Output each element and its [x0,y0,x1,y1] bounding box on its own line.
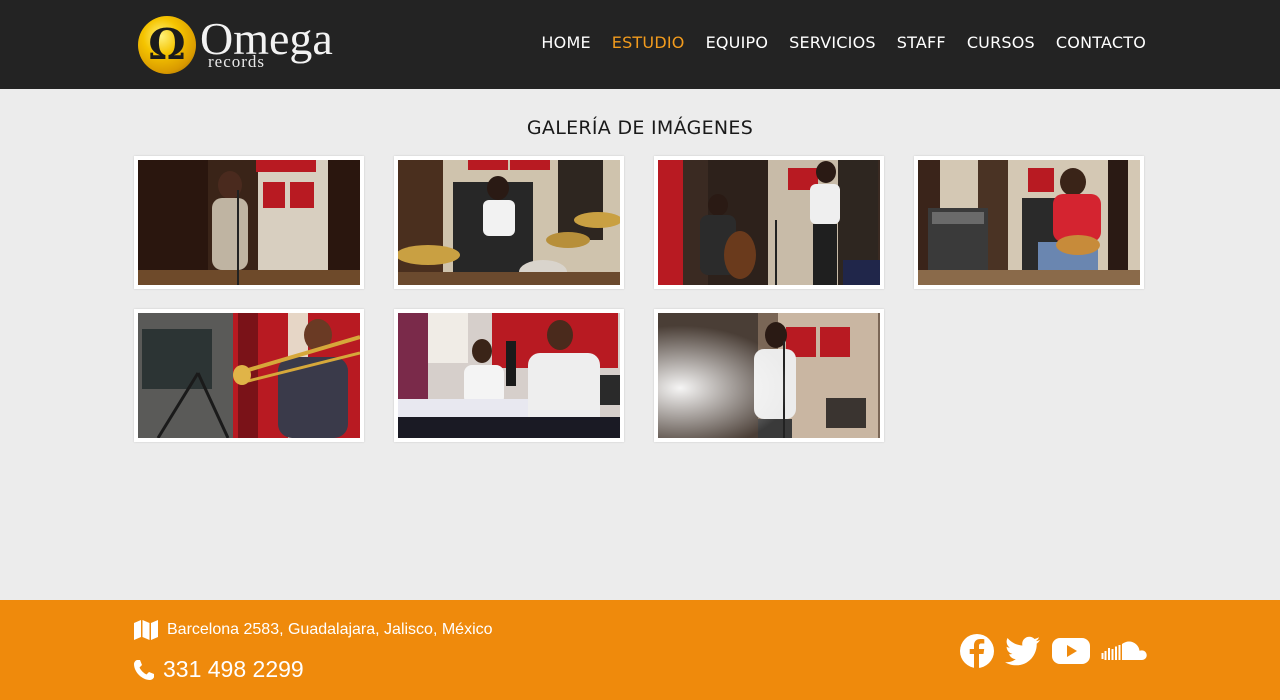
gallery-thumb-vocalist[interactable] [654,309,884,442]
nav-equipo[interactable]: EQUIPO [706,33,769,52]
omega-symbol: Ω [148,20,186,69]
gallery-thumb-piano[interactable] [394,309,624,442]
youtube-icon[interactable] [1051,636,1091,670]
omega-records-logo[interactable]: Ω Omega records [138,13,343,74]
nav-servicios[interactable]: SERVICIOS [789,33,876,52]
gallery-photo-piano [398,313,620,438]
gallery-title: GALERÍA DE IMÁGENES [526,117,754,139]
map-icon [134,620,158,640]
gallery-photo-guitarist [918,160,1140,285]
gallery-thumb-trombone[interactable] [134,309,364,442]
footer-address: Barcelona 2583, Guadalajara, Jalisco, Mé… [133,619,493,641]
footer-phone[interactable]: 331 498 2299 [133,656,304,683]
gallery-thumb-singer[interactable] [134,156,364,289]
gallery-thumb-drummer[interactable] [394,156,624,289]
site-footer: Barcelona 2583, Guadalajara, Jalisco, Mé… [0,600,1280,700]
nav-home[interactable]: HOME [541,33,590,52]
gallery-photo-trombone [138,313,360,438]
gallery-thumb-strings[interactable] [654,156,884,289]
twitter-icon[interactable] [1005,636,1041,670]
social-links [959,633,1147,673]
phone-icon [134,659,154,680]
facebook-icon[interactable] [959,633,995,673]
logo-subtitle: records [208,52,266,71]
nav-staff[interactable]: STAFF [897,33,946,52]
nav-estudio[interactable]: ESTUDIO [612,33,685,52]
gallery-photo-strings [658,160,880,285]
gallery-photo-vocalist [658,313,880,438]
gallery-thumb-guitarist[interactable] [914,156,1144,289]
main-nav: HOME ESTUDIO EQUIPO SERVICIOS STAFF CURS… [520,33,1146,52]
address-text: Barcelona 2583, Guadalajara, Jalisco, Mé… [167,621,493,638]
site-header: Ω Omega records HOME ESTUDIO EQUIPO SERV… [0,0,1280,89]
soundcloud-icon[interactable] [1101,638,1147,668]
gallery-photo-singer [138,160,360,285]
phone-number: 331 498 2299 [163,656,304,682]
gallery-photo-drummer [398,160,620,285]
nav-cursos[interactable]: CURSOS [967,33,1035,52]
nav-contacto[interactable]: CONTACTO [1056,33,1146,52]
